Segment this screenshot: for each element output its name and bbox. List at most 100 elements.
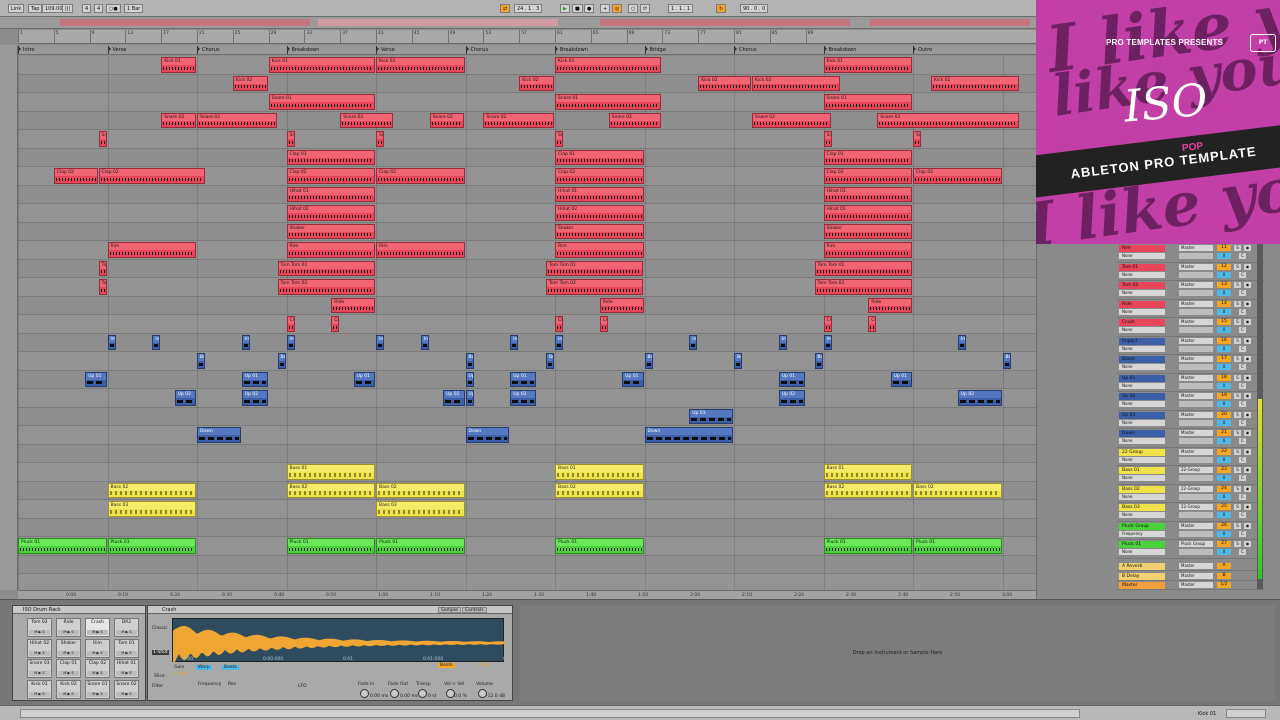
clip[interactable]: Up 02 — [443, 390, 465, 406]
clip[interactable]: Kick 01 — [555, 57, 662, 73]
clip[interactable]: Up 0 — [465, 371, 474, 387]
track-lane[interactable] — [18, 574, 1036, 590]
clip[interactable]: Tom Tom 02 — [277, 279, 375, 295]
clip[interactable]: Clap 01 — [286, 149, 375, 165]
clip[interactable]: Sna — [376, 131, 384, 147]
pad-controls[interactable]: M ▶ S — [58, 650, 79, 656]
track-name[interactable]: Bass 01 — [1119, 467, 1165, 474]
track-name[interactable]: A Reverb — [1119, 563, 1165, 570]
solo-button[interactable]: S — [1234, 522, 1241, 529]
clip[interactable]: Snare 01 — [268, 94, 375, 110]
track-activator[interactable]: 19 — [1217, 393, 1231, 399]
output-select[interactable]: Pluck Group — [1179, 541, 1213, 547]
clip[interactable]: Imp — [689, 334, 698, 350]
output-select[interactable]: Master — [1179, 282, 1213, 288]
clip[interactable]: Kick 02 — [930, 75, 1020, 91]
track-activator[interactable]: 20 — [1217, 411, 1231, 418]
output-sub-select[interactable] — [1179, 271, 1213, 278]
clip[interactable]: Up 01 — [778, 371, 805, 387]
volume-field[interactable]: 0 — [1217, 401, 1231, 407]
track-lane[interactable] — [18, 408, 1036, 426]
clip[interactable]: Hihat 01 — [555, 186, 644, 202]
track-activator[interactable]: 11 — [1217, 245, 1231, 251]
arm-button[interactable]: ◉ — [1244, 282, 1251, 288]
clip[interactable]: Pluck 01 — [555, 538, 644, 554]
drum-rack-device[interactable]: ISO Drum Rack Tom 02 M ▶ S Ride M ▶ S Crash M… — [12, 605, 146, 701]
track-name[interactable]: 22 Group — [1119, 448, 1165, 456]
track-name[interactable]: Bass 03 — [1119, 504, 1165, 511]
pad-controls[interactable]: M ▶ S — [87, 630, 108, 635]
locator-marker[interactable]: Verse — [107, 46, 126, 54]
lfo-toggle[interactable]: LFO — [298, 684, 307, 689]
clip[interactable]: Hihat 02 — [823, 205, 912, 221]
clip[interactable]: Up 01 — [622, 371, 644, 387]
beat-ruler[interactable]: 1 5 9 13 17 21 25 29 33 37 41 45 49 53 57 61 65 69 73 77 81 8… — [18, 30, 1036, 44]
clip[interactable]: Pluck 01 — [286, 538, 375, 554]
output-sub-select[interactable] — [1179, 345, 1213, 352]
clip[interactable]: Kick 01 — [268, 57, 375, 73]
clip[interactable]: Shaker — [823, 223, 912, 239]
drum-pad[interactable]: Tom 01 M ▶ S — [114, 638, 139, 658]
pad-controls[interactable]: M ▶ S — [87, 671, 108, 676]
solo-button[interactable]: S — [1234, 300, 1241, 307]
clip[interactable]: Up 02 — [778, 390, 805, 406]
metronome-button[interactable]: ○● — [106, 4, 121, 13]
clip[interactable]: Tom Tom 01 — [277, 260, 375, 276]
clip[interactable]: Up 02 — [241, 390, 268, 406]
clip[interactable]: Boo — [734, 353, 742, 369]
output-select[interactable]: Master — [1179, 582, 1213, 588]
input-select[interactable]: None — [1119, 475, 1165, 481]
arm-button[interactable]: ◉ — [1244, 541, 1251, 547]
mixer-track[interactable]: Tom 02 None Master 13 0 S ◉ C — [1117, 281, 1265, 300]
clip[interactable]: Cra — [823, 316, 832, 332]
clip[interactable]: Sna — [823, 131, 832, 147]
clip[interactable]: Hihat 01 — [823, 186, 912, 202]
clip[interactable]: Imp — [152, 334, 161, 350]
output-sub-select[interactable] — [1179, 382, 1213, 389]
clip[interactable]: Rim — [107, 242, 196, 258]
solo-button[interactable]: S — [1234, 430, 1241, 436]
arm-button[interactable]: ◉ — [1244, 485, 1251, 492]
solo-button[interactable]: S — [1234, 485, 1241, 492]
clip[interactable]: Boo — [277, 353, 286, 369]
drum-pad[interactable]: Clap 01 M ▶ S — [56, 659, 81, 678]
drum-pad[interactable]: Tom 02 M ▶ S — [27, 618, 52, 637]
crossfade-button[interactable]: C — [1239, 290, 1246, 296]
clip[interactable]: Snare 01 — [555, 94, 662, 110]
volume-field[interactable]: 0 — [1217, 327, 1231, 333]
clip[interactable]: Bass 02 — [376, 482, 465, 498]
locator-marker[interactable]: Breakdown — [555, 46, 588, 54]
crossfade-button[interactable]: C — [1239, 512, 1246, 518]
track-name[interactable]: B Delay — [1119, 572, 1165, 580]
clip[interactable]: Up 02 — [174, 390, 196, 406]
crossfade-button[interactable]: C — [1239, 456, 1246, 463]
track-activator[interactable]: 14 — [1217, 300, 1231, 307]
output-select[interactable]: Master — [1179, 572, 1213, 579]
clip[interactable]: Cra — [331, 316, 340, 332]
clip[interactable]: Kick 02 — [519, 75, 554, 91]
clip[interactable]: Clap 02 — [555, 168, 644, 184]
mode-classic[interactable]: Classic — [152, 626, 168, 631]
solo-button[interactable]: S — [1234, 319, 1241, 325]
solo-button[interactable]: S — [1234, 504, 1241, 510]
pad-controls[interactable]: M ▶ S — [87, 691, 108, 697]
clip[interactable]: Clap 01 — [555, 149, 644, 165]
clip[interactable]: Clap 02 — [913, 168, 1002, 184]
track-activator[interactable]: 26 — [1217, 522, 1231, 529]
loop-switch[interactable]: ↻ — [716, 4, 727, 13]
mixer-track[interactable]: Tom 01 None Master 12 0 S ◉ C — [1117, 263, 1265, 281]
clip[interactable]: Hihat 02 — [555, 205, 644, 221]
pad-controls[interactable]: M ▶ S — [29, 691, 50, 697]
mixer-track[interactable]: Bass 01 None 22-Group 23 0 S ◉ C — [1117, 466, 1265, 485]
clip[interactable]: Rim — [376, 242, 465, 258]
input-select[interactable]: None — [1119, 382, 1165, 389]
crossfade-button[interactable]: C — [1239, 401, 1246, 407]
clip[interactable]: Pluck 01 — [823, 538, 912, 554]
locator-marker[interactable]: Chorus — [734, 46, 757, 54]
locator-marker[interactable]: Intro — [18, 46, 35, 54]
follow-button[interactable]: ⇄ — [500, 4, 511, 13]
locator-marker[interactable]: Breakdown — [286, 46, 319, 54]
arm-button[interactable]: ◉ — [1244, 319, 1251, 325]
output-select[interactable]: Master — [1179, 522, 1213, 529]
track-name[interactable]: Crash — [1119, 319, 1165, 326]
